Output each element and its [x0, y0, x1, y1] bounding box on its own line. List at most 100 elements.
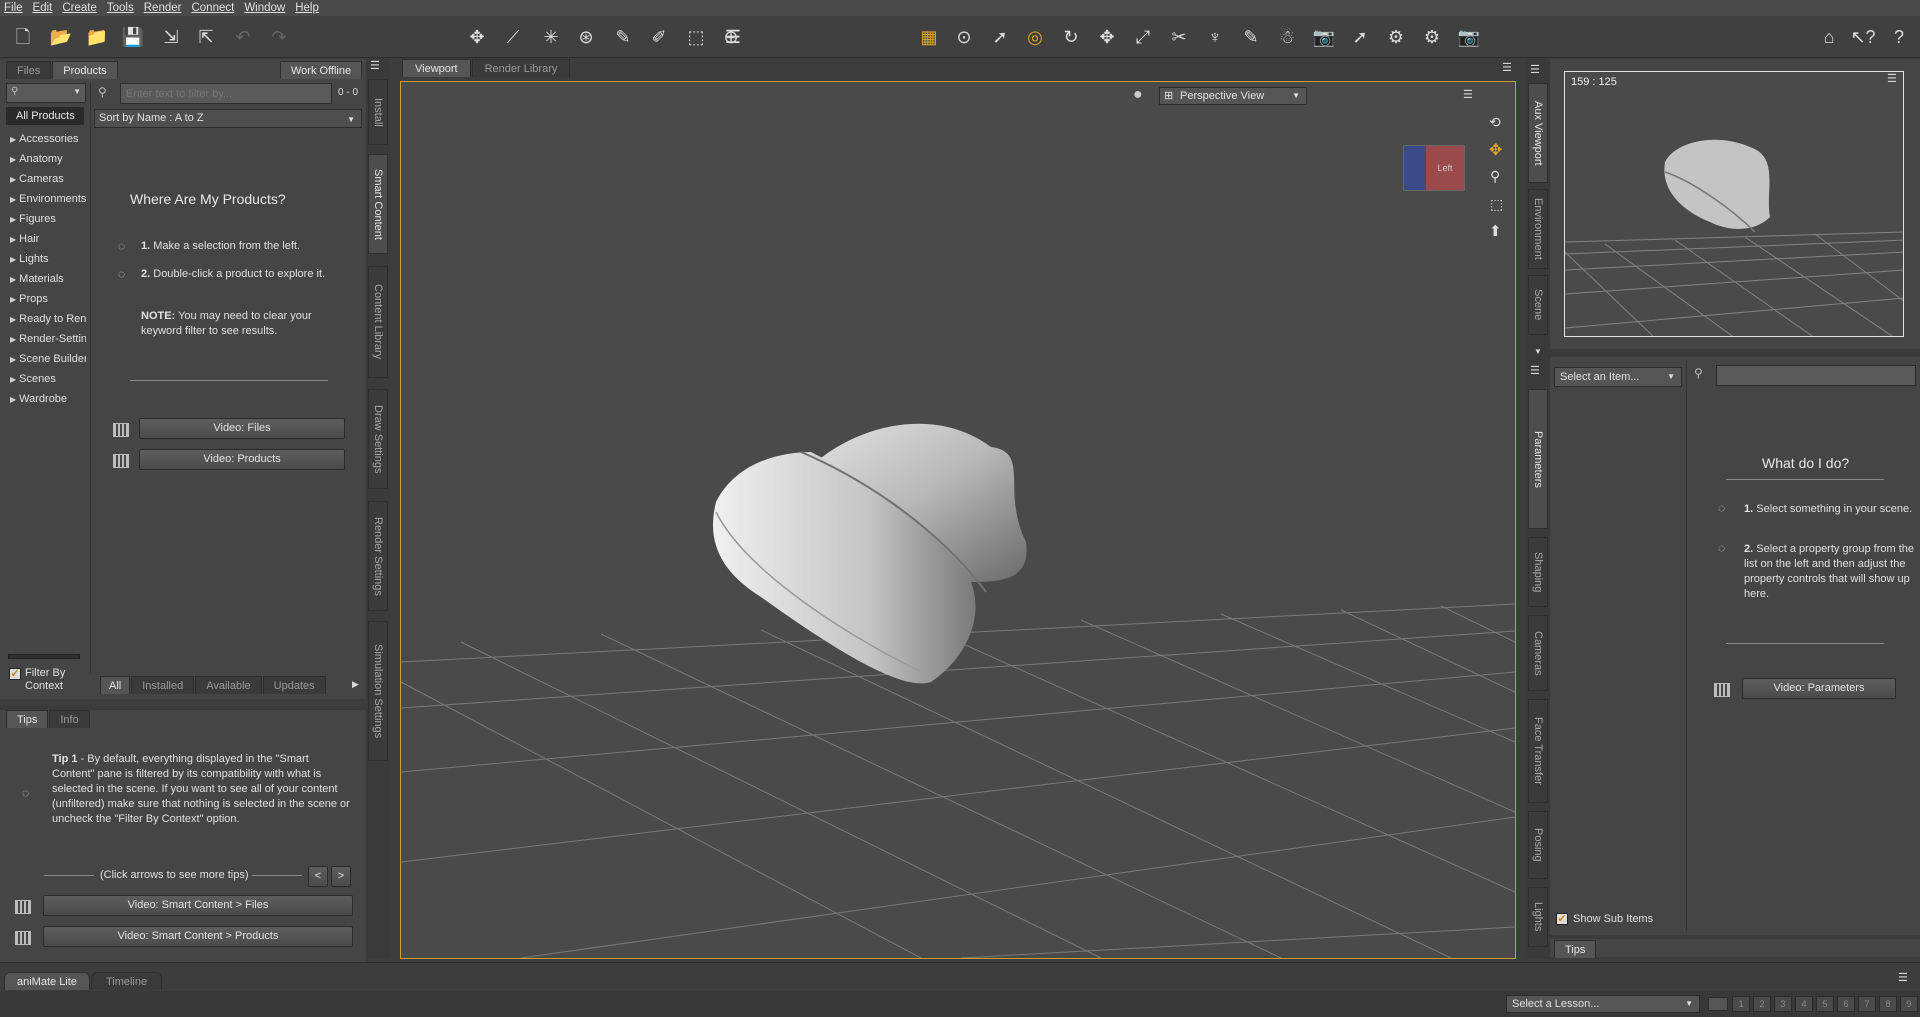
category-item[interactable]: ▶ Anatomy	[6, 149, 86, 169]
work-offline-button[interactable]: Work Offline	[280, 61, 363, 79]
tab-animate-lite[interactable]: aniMate Lite	[4, 972, 90, 990]
video-sc-products-button[interactable]: Video: Smart Content > Products	[43, 926, 353, 947]
video-parameters-button[interactable]: Video: Parameters	[1742, 678, 1896, 699]
tab-posing[interactable]: Posing	[1528, 811, 1548, 879]
tab-viewport[interactable]: Viewport	[402, 59, 471, 77]
category-item[interactable]: ▶ Cameras	[6, 169, 86, 189]
surface-selection-icon[interactable]: ✂	[1166, 24, 1192, 50]
pan-icon[interactable]: ✥	[1489, 140, 1502, 160]
tab-timeline[interactable]: Timeline	[90, 972, 163, 990]
tab-shaping[interactable]: Shaping	[1528, 537, 1548, 607]
menu-help[interactable]: Help	[295, 2, 319, 14]
tab-files[interactable]: Files	[6, 61, 52, 79]
category-item[interactable]: ▶ Scene Builder	[6, 349, 86, 369]
frame-icon[interactable]: ⬚	[1490, 196, 1503, 213]
scroll-down-icon[interactable]: ▼	[1534, 347, 1542, 356]
category-item[interactable]: ▶ Scenes	[6, 369, 86, 389]
render-icon[interactable]: ⚙	[1419, 24, 1445, 50]
paint-tool-icon[interactable]: ✎	[1238, 24, 1264, 50]
polygon-tool-icon[interactable]: ⟋	[500, 24, 526, 50]
aux-viewport[interactable]: 159 : 125 ☰	[1564, 71, 1904, 337]
translate-tool-icon[interactable]: ✥	[1094, 24, 1120, 50]
category-item[interactable]: ▶ Wardrobe	[6, 389, 86, 409]
pane-menu-icon[interactable]: ☰	[1898, 971, 1908, 984]
import-icon[interactable]: ⇲	[158, 24, 184, 50]
tab-products[interactable]: Products	[52, 61, 118, 79]
splitter[interactable]	[1550, 935, 1920, 939]
tab-install[interactable]: Install	[368, 79, 388, 145]
video-sc-files-button[interactable]: Video: Smart Content > Files	[43, 895, 353, 916]
tab-tips[interactable]: Tips	[6, 710, 49, 728]
pointer-settings-icon[interactable]: ➚	[1347, 24, 1373, 50]
aux-menu-icon[interactable]: ☰	[1887, 72, 1897, 85]
tab-parameters[interactable]: Parameters	[1528, 389, 1548, 529]
grid-select-icon[interactable]: ▦	[916, 24, 942, 50]
scale-tool-icon[interactable]: ⤢	[1130, 24, 1156, 50]
open-icon[interactable]: 📂	[48, 24, 74, 50]
show-sub-items-checkbox[interactable]: ✓	[1556, 913, 1568, 925]
menu-file[interactable]: File	[4, 2, 23, 14]
tab-content-library[interactable]: Content Library	[368, 266, 388, 378]
lesson-page-button[interactable]: 9	[1900, 996, 1918, 1012]
category-item[interactable]: ▶ Materials	[6, 269, 86, 289]
whats-this-icon[interactable]: ↖?	[1850, 24, 1876, 50]
tab-aux-viewport[interactable]: Aux Viewport	[1528, 83, 1548, 183]
render-camera-icon[interactable]: 📷	[1456, 24, 1482, 50]
viewport-menu-icon[interactable]: ☰	[1463, 88, 1473, 101]
tab-environment[interactable]: Environment	[1528, 189, 1548, 269]
menu-edit[interactable]: Edit	[33, 2, 53, 14]
tab-cameras[interactable]: Cameras	[1528, 615, 1548, 691]
prev-tip-button[interactable]: <	[308, 866, 328, 887]
3d-viewport[interactable]: ● ⊞ Perspective View ▼ ☰ Left ⟲ ✥ ⚲ ⬚ ⬆	[400, 81, 1516, 959]
merge-icon[interactable]: 📁	[84, 24, 110, 50]
zoom-icon[interactable]: ⚲	[1490, 168, 1500, 185]
reset-view-icon[interactable]: ⬆	[1489, 222, 1502, 240]
tab-available[interactable]: Available	[195, 676, 262, 694]
menu-window[interactable]: Window	[244, 2, 285, 14]
category-item[interactable]: ▶ Lights	[6, 249, 86, 269]
new-scene-icon[interactable]: 🗋	[10, 24, 36, 50]
redo-icon[interactable]: ↷	[266, 24, 292, 50]
universal-tool-icon[interactable]: ⊙	[951, 24, 977, 50]
tab-all[interactable]: All	[100, 676, 131, 694]
lesson-page-button[interactable]: 3	[1774, 996, 1792, 1012]
tab-updates[interactable]: Updates	[262, 676, 326, 694]
help-icon[interactable]: ?	[1886, 24, 1912, 50]
spark-tool-icon[interactable]: ✳	[538, 24, 564, 50]
tab-info[interactable]: Info	[49, 710, 90, 728]
all-products-item[interactable]: All Products	[6, 107, 84, 125]
category-item[interactable]: ▶ Ready to Rend	[6, 309, 86, 329]
video-files-button[interactable]: Video: Files	[139, 418, 345, 439]
lesson-grid-icon[interactable]	[1708, 997, 1728, 1011]
tab-smart-content[interactable]: Smart Content	[368, 154, 388, 254]
pane-menu-icon[interactable]: ☰	[1502, 61, 1512, 74]
tab-installed[interactable]: Installed	[131, 676, 195, 694]
tab-render-settings[interactable]: Render Settings	[368, 501, 388, 611]
node-tool-icon[interactable]: ✥	[464, 24, 490, 50]
select-tool-icon[interactable]: ➚	[987, 24, 1013, 50]
weight-tool-icon[interactable]: ✎	[610, 24, 636, 50]
category-item[interactable]: ▶ Props	[6, 289, 86, 309]
select-lesson-dropdown[interactable]: Select a Lesson... ▼	[1506, 995, 1700, 1013]
geometry-tool-icon[interactable]: ✐	[646, 24, 672, 50]
lesson-page-button[interactable]: 2	[1753, 996, 1771, 1012]
save-icon[interactable]: 💾	[120, 24, 146, 50]
category-item[interactable]: ▶ Environments	[6, 189, 86, 209]
next-tip-button[interactable]: >	[331, 866, 351, 887]
parameter-search-input[interactable]	[1716, 365, 1916, 386]
pane-menu-icon[interactable]: ☰	[1530, 364, 1540, 377]
orbit-icon[interactable]: ⟲	[1489, 114, 1501, 131]
draw-style-icon[interactable]: ●	[1133, 86, 1143, 104]
scroll-right-icon[interactable]: ▶	[352, 679, 359, 690]
joint-editor-icon[interactable]: ⊛	[573, 24, 599, 50]
tab-simulation-settings[interactable]: Simulation Settings	[368, 621, 388, 761]
sort-dropdown[interactable]: Sort by Name : A to Z ▼	[94, 109, 362, 128]
lesson-page-button[interactable]: 4	[1795, 996, 1813, 1012]
filter-input[interactable]	[120, 83, 332, 104]
splitter[interactable]	[1550, 349, 1920, 357]
pane-menu-icon[interactable]: ☰	[1530, 63, 1540, 76]
tab-draw-settings[interactable]: Draw Settings	[368, 389, 388, 489]
view-cube[interactable]: Left	[1403, 145, 1465, 191]
icon-size-slider[interactable]	[8, 654, 80, 659]
lesson-page-button[interactable]: 7	[1858, 996, 1876, 1012]
